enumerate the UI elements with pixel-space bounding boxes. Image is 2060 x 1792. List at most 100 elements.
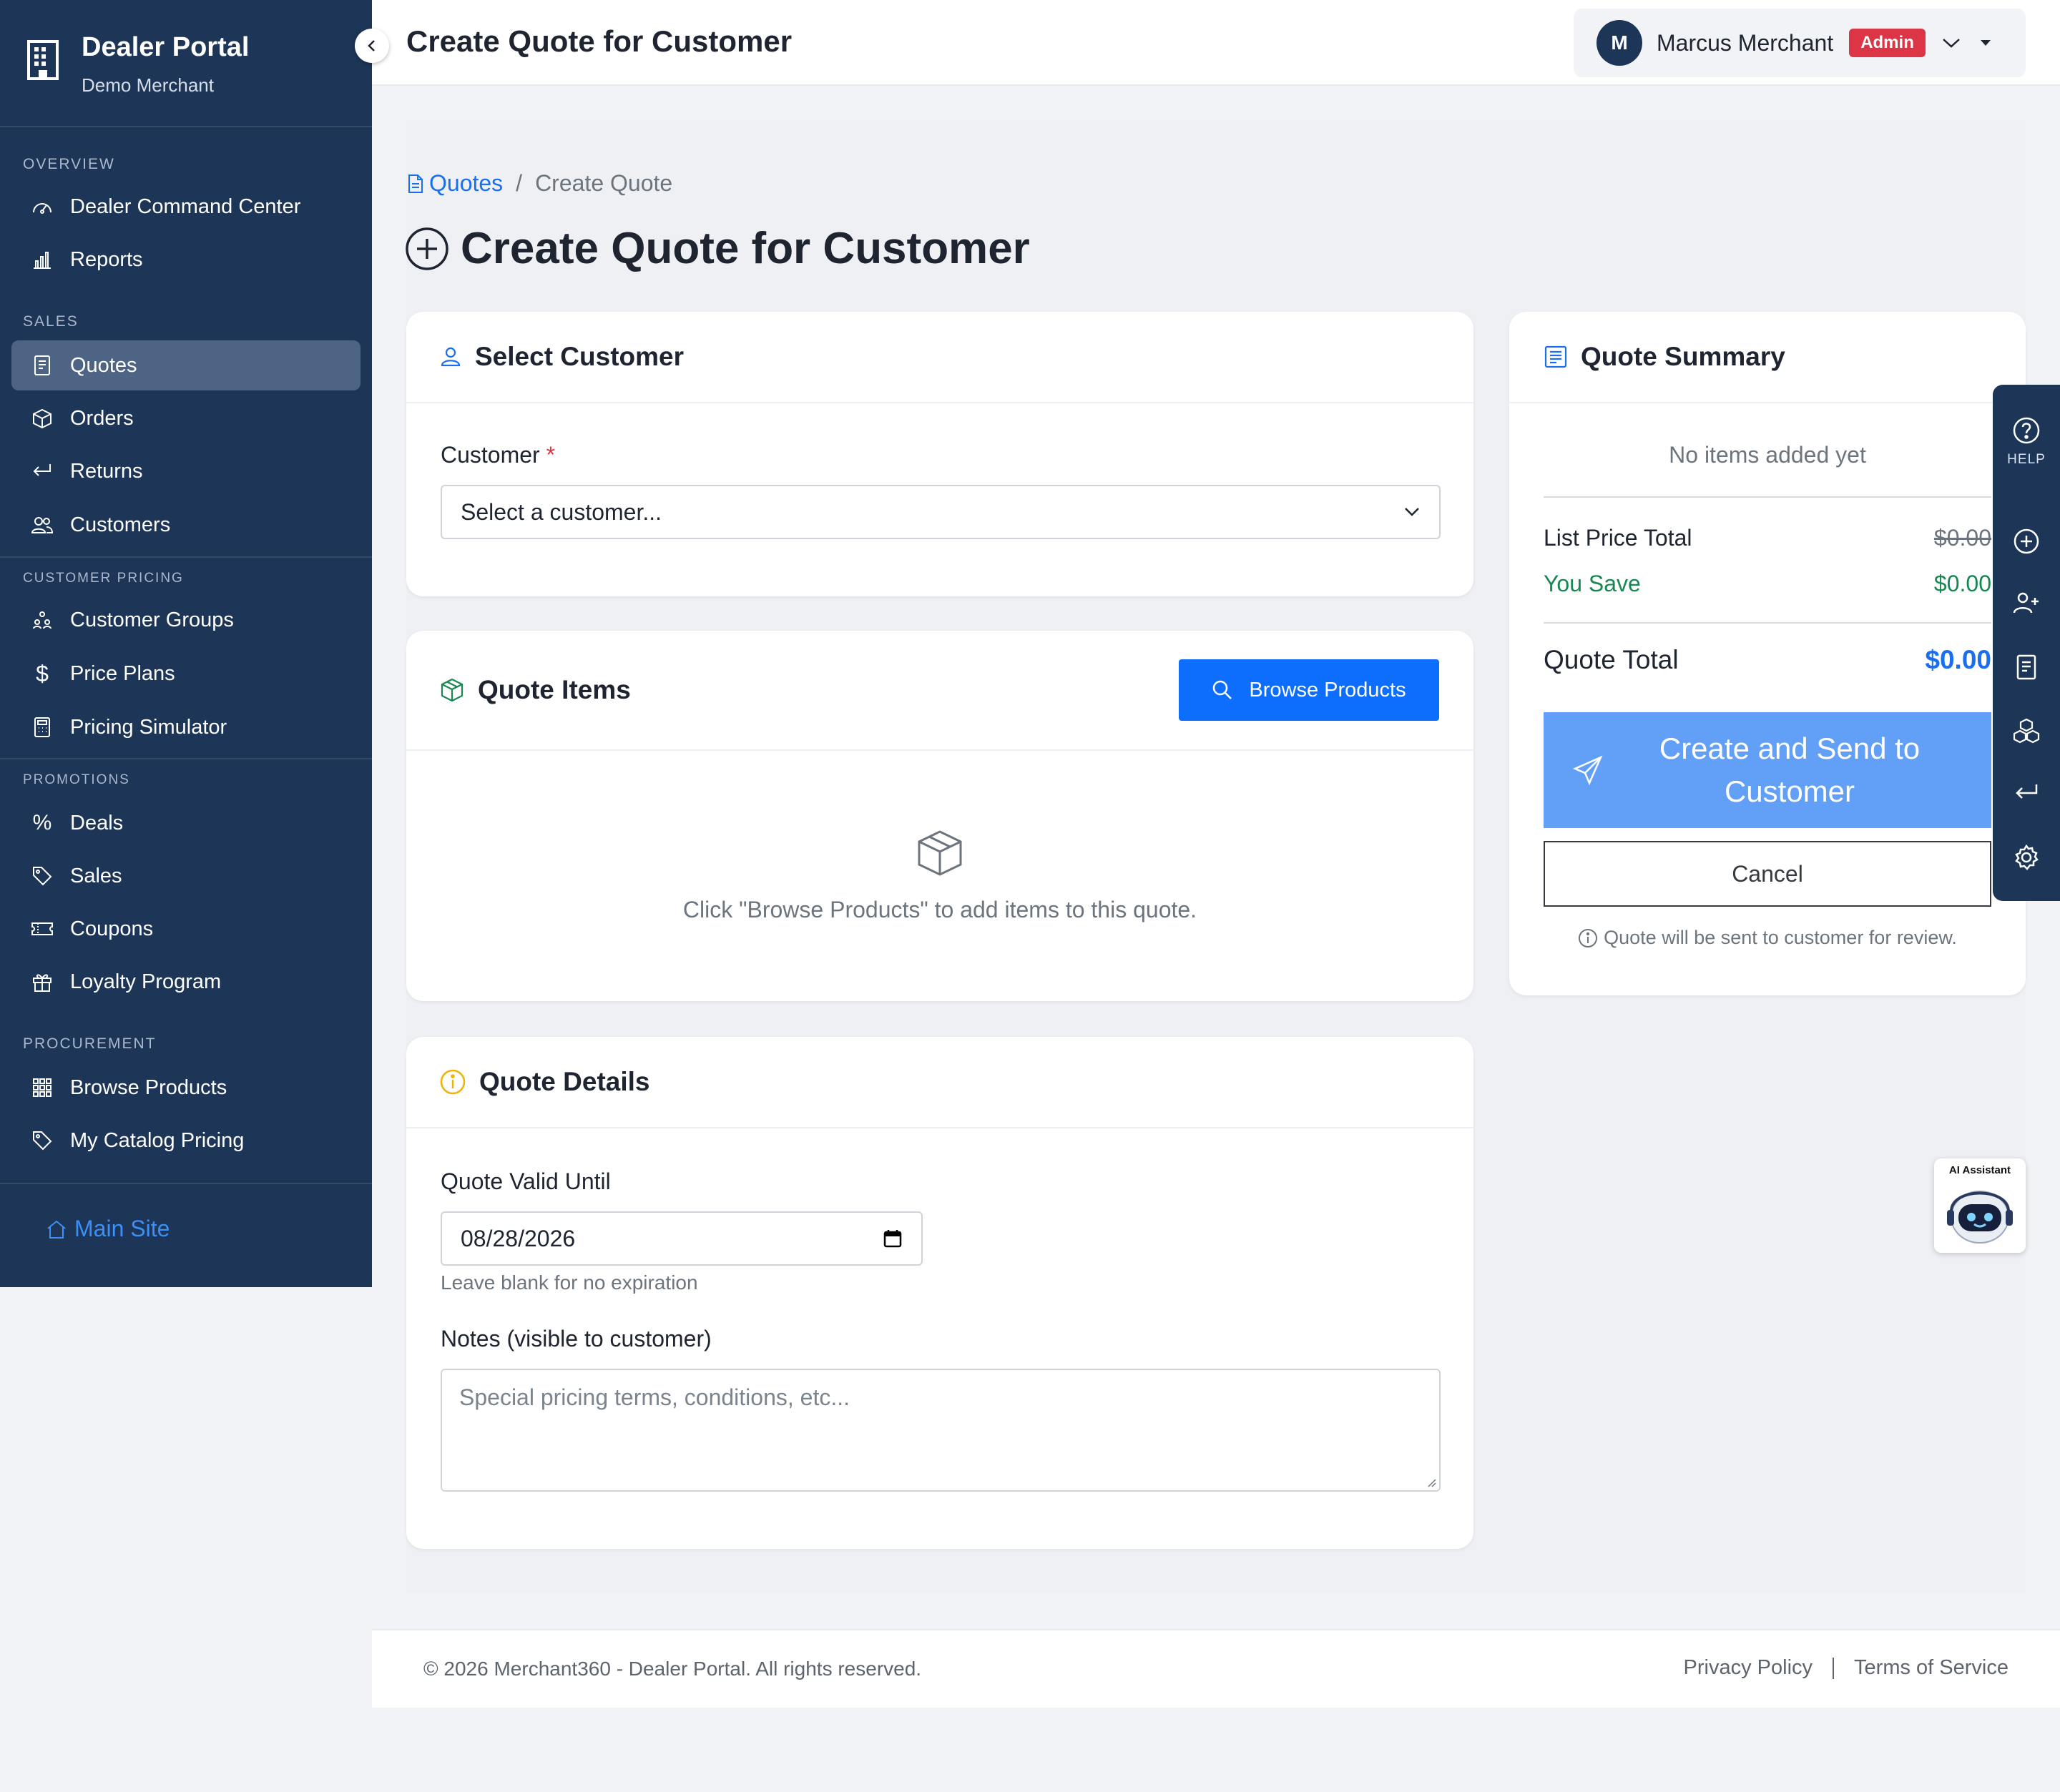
sidebar-item-pricing-simulator[interactable]: Pricing Simulator (11, 702, 360, 752)
sidebar-item-command-center[interactable]: Dealer Command Center (11, 182, 360, 232)
rail-help-label: HELP (2007, 452, 2046, 467)
ai-assistant-button[interactable]: AI Assistant (1934, 1158, 2026, 1253)
rail-add-customer[interactable] (1993, 591, 2060, 615)
browse-products-label: Browse Products (1249, 678, 1406, 701)
sidebar-item-my-catalog-pricing[interactable]: My Catalog Pricing (11, 1116, 360, 1166)
sidebar-item-label: Customers (70, 513, 171, 536)
cancel-label: Cancel (1732, 860, 1803, 887)
plus-circle-icon (405, 227, 449, 271)
resize-handle-icon[interactable] (1426, 1477, 1436, 1487)
rail-new-quote[interactable] (1993, 528, 2060, 555)
return-arrow-icon (30, 459, 54, 483)
section-sales: SALES (23, 313, 79, 330)
chevron-down-icon (1403, 506, 1421, 518)
summary-empty-text: No items added yet (1669, 442, 1866, 468)
section-procurement: PROCUREMENT (23, 1035, 157, 1052)
customer-select-value: Select a customer... (461, 498, 662, 525)
ticket-icon (30, 917, 54, 941)
breadcrumb-current: Create Quote (535, 170, 673, 196)
bar-chart-icon (30, 247, 54, 272)
sidebar-item-coupons[interactable]: Coupons (11, 904, 360, 954)
group-icon (30, 608, 54, 632)
you-save-row: You Save $0.00 (1544, 571, 1991, 597)
dollar-icon: $ (36, 660, 49, 686)
user-menu[interactable]: M Marcus Merchant Admin (1574, 9, 2026, 77)
sidebar-item-reports[interactable]: Reports (11, 235, 360, 285)
calendar-icon[interactable] (883, 1229, 903, 1249)
avatar: M (1596, 20, 1642, 66)
quote-details-header: Quote Details (406, 1037, 1473, 1128)
sidebar-item-label: Loyalty Program (70, 970, 222, 993)
gear-icon (2013, 844, 2040, 871)
brand-subtitle: Demo Merchant (82, 74, 214, 96)
sidebar: Dealer Portal Demo Merchant OVERVIEW Dea… (0, 0, 372, 1287)
sidebar-item-browse-products[interactable]: Browse Products (11, 1063, 360, 1113)
document-icon (30, 353, 54, 378)
sidebar-item-label: Quotes (70, 353, 137, 377)
grid-icon (30, 1075, 54, 1100)
search-icon (1212, 679, 1233, 701)
valid-until-date-input[interactable]: 08/28/2026 (441, 1211, 923, 1266)
section-promotions: PROMOTIONS (23, 772, 130, 787)
select-customer-card: Select Customer Customer * Select a cust… (406, 312, 1473, 596)
sidebar-item-loyalty-program[interactable]: Loyalty Program (11, 957, 360, 1007)
rail-quotes[interactable] (1993, 654, 2060, 681)
caret-down-icon (1980, 39, 1991, 46)
header-title: Create Quote for Customer (406, 24, 793, 58)
sidebar-item-label: Orders (70, 406, 134, 430)
box-icon (439, 677, 465, 703)
percent-icon: % (32, 811, 52, 835)
sidebar-item-deals[interactable]: % Deals (11, 798, 360, 848)
people-icon (30, 513, 54, 537)
create-and-send-button[interactable]: Create and Send to Customer (1544, 712, 1991, 828)
sidebar-item-returns[interactable]: Returns (11, 446, 360, 496)
select-customer-title: Select Customer (475, 342, 684, 371)
you-save-label: You Save (1544, 571, 1641, 596)
browse-products-button[interactable]: Browse Products (1179, 659, 1439, 721)
sidebar-item-price-plans[interactable]: $ Price Plans (11, 649, 360, 699)
valid-until-value: 08/28/2026 (461, 1225, 576, 1251)
sidebar-item-label: Browse Products (70, 1075, 227, 1099)
breadcrumb-quotes-link[interactable]: Quotes (429, 170, 503, 197)
sidebar-item-customers[interactable]: Customers (11, 500, 360, 550)
customer-select[interactable]: Select a customer... (441, 485, 1441, 539)
terms-of-service-link[interactable]: Terms of Service (1854, 1656, 2008, 1680)
sidebar-item-sales[interactable]: Sales (11, 851, 360, 901)
brand: Dealer Portal Demo Merchant (0, 0, 372, 127)
notes-textarea[interactable]: Special pricing terms, conditions, etc..… (441, 1369, 1441, 1492)
section-customer-pricing: CUSTOMER PRICING (23, 571, 184, 586)
rail-help[interactable]: HELP (1993, 416, 2060, 468)
section-overview: OVERVIEW (23, 156, 115, 172)
return-arrow-icon (2014, 782, 2039, 802)
box-icon (406, 828, 1473, 878)
rail-products[interactable] (1993, 718, 2060, 745)
rail-returns[interactable] (1993, 782, 2060, 802)
quote-total-value: $0.00 (1925, 645, 1991, 674)
user-name: Marcus Merchant (1657, 29, 1834, 56)
notes-placeholder: Special pricing terms, conditions, etc..… (459, 1384, 850, 1410)
quote-summary-title: Quote Summary (1581, 342, 1785, 371)
send-icon (1572, 754, 1604, 786)
sidebar-item-quotes[interactable]: Quotes (11, 340, 360, 390)
box-icon (30, 406, 54, 430)
cancel-button[interactable]: Cancel (1544, 841, 1991, 907)
quote-details-title: Quote Details (479, 1067, 650, 1096)
notes-label: Notes (visible to customer) (441, 1326, 712, 1352)
brand-title: Dealer Portal (82, 32, 250, 62)
sidebar-item-orders[interactable]: Orders (11, 393, 360, 443)
sidebar-collapse-button[interactable] (355, 29, 389, 63)
main-site-link[interactable]: Main Site (46, 1216, 170, 1242)
building-icon (27, 40, 59, 80)
privacy-policy-link[interactable]: Privacy Policy (1684, 1656, 1813, 1680)
quote-summary-card: Quote Summary No items added yet List Pr… (1509, 312, 2026, 995)
quote-details-card: Quote Details Quote Valid Until 08/28/20… (406, 1037, 1473, 1549)
footer-links: Privacy Policy Terms of Service (1684, 1656, 2008, 1680)
valid-until-hint: Leave blank for no expiration (441, 1271, 698, 1294)
calculator-icon (30, 715, 54, 739)
sidebar-item-label: Returns (70, 459, 143, 483)
ai-assistant-label: AI Assistant (1948, 1164, 2011, 1176)
review-note: Quote will be sent to customer for revie… (1509, 927, 2026, 949)
rail-settings[interactable] (1993, 844, 2060, 871)
customer-label: Customer * (441, 442, 555, 468)
sidebar-item-customer-groups[interactable]: Customer Groups (11, 595, 360, 645)
